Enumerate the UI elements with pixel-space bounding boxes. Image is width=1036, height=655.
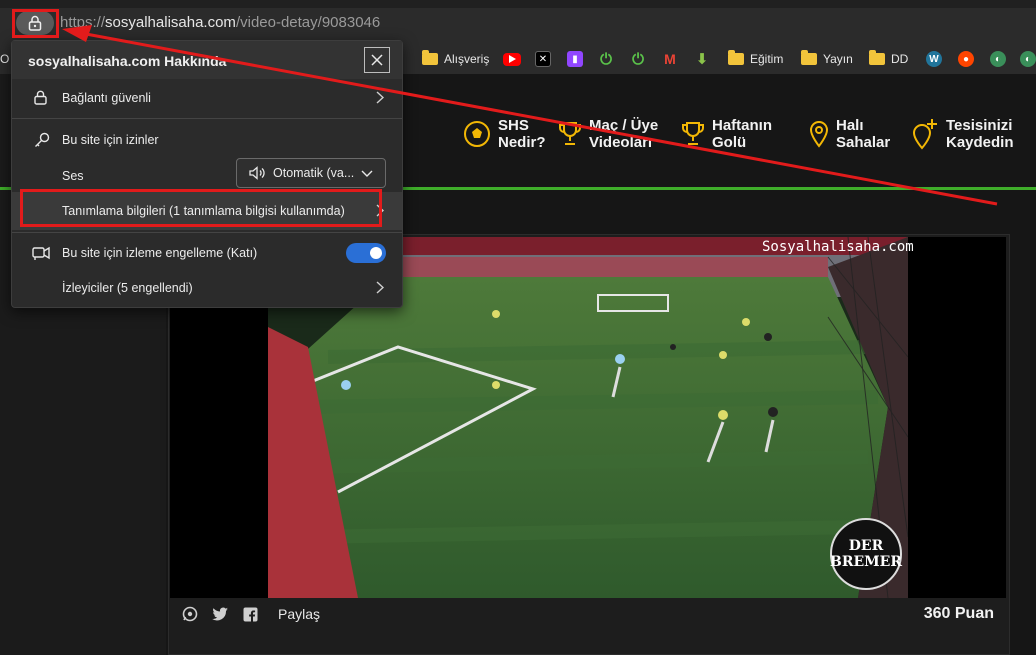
bookmark-label: Alışveriş	[444, 52, 490, 66]
trackers-row[interactable]: İzleyiciler (5 engellendi)	[12, 269, 402, 307]
sound-permission-select[interactable]: Otomatik (va...	[236, 158, 386, 188]
gmail-icon: M	[664, 51, 676, 67]
youtube-icon	[503, 52, 521, 66]
chevron-right-icon	[376, 281, 384, 294]
soccer-ball-icon	[464, 121, 490, 147]
nav-label-line1: Maç / Üye	[589, 117, 659, 134]
popup-divider	[12, 232, 402, 233]
folder-icon	[801, 50, 817, 65]
bookmark-wordpress[interactable]: W	[926, 50, 942, 68]
reddit-icon: ●	[958, 51, 974, 67]
add-location-icon	[912, 119, 937, 150]
bookmark-x[interactable]: ✕	[535, 50, 551, 68]
download-icon: ⬇	[695, 51, 709, 68]
chevron-right-icon	[376, 91, 384, 104]
bookmark-label: DD	[891, 52, 909, 66]
toggle-knob	[370, 247, 382, 259]
der-bremer-logo: DER BREMER	[830, 518, 902, 590]
video-points: 360 Puan	[923, 605, 994, 622]
trophy-icon	[682, 122, 704, 145]
lock-icon	[34, 90, 47, 105]
connection-secure-label: Bağlantı güvenli	[62, 91, 151, 105]
whatsapp-icon[interactable]	[182, 606, 198, 622]
bookmark-ball[interactable]: ◐	[990, 50, 1006, 68]
bookmark-egitim[interactable]: Eğitim	[728, 50, 783, 68]
trackers-label: İzleyiciler (5 engellendi)	[62, 281, 193, 295]
annotation-box-cookies	[20, 189, 382, 227]
popup-close-button[interactable]	[364, 47, 390, 73]
bookmark-power-2[interactable]: ⏻	[630, 50, 646, 68]
folder-icon	[728, 50, 744, 65]
nav-label-line2: Kaydedin	[946, 134, 1014, 151]
power-icon: ⏻	[600, 50, 612, 68]
logo-line2: BREMER	[830, 554, 902, 570]
popup-header: sosyalhalisaha.com Hakkında	[12, 41, 402, 79]
bookmark-reddit[interactable]: ●	[958, 50, 974, 68]
bookmark-power-1[interactable]: ⏻	[598, 50, 614, 68]
nav-label-line1: Haftanın	[712, 117, 772, 134]
popup-title: sosyalhalisaha.com Hakkında	[28, 53, 227, 69]
close-icon	[371, 54, 383, 66]
video-watermark: Sosyalhalisaha.com	[762, 239, 914, 255]
popup-divider	[12, 118, 402, 119]
nav-label-line2: Sahalar	[836, 134, 891, 151]
twitter-icon[interactable]	[212, 607, 229, 622]
bookmark-ball-2[interactable]: ◐	[1020, 50, 1036, 68]
folder-icon	[869, 50, 885, 65]
wordpress-icon: W	[926, 51, 942, 67]
bookmark-partial[interactable]: O	[0, 50, 9, 68]
nav-label-line1: Tesisinizi	[946, 117, 1013, 134]
bookmark-download[interactable]: ⬇	[694, 50, 710, 68]
nav-tesisinizi-kaydedin[interactable]: Tesisinizi Kaydedin	[910, 114, 1026, 154]
facebook-icon[interactable]	[243, 607, 258, 622]
power-icon: ⏻	[632, 50, 644, 68]
location-pin-icon	[809, 120, 829, 148]
tracking-prevention-row: Bu site için izleme engelleme (Katı)	[12, 234, 402, 272]
nav-hali-sahalar[interactable]: Halı Sahalar	[808, 114, 916, 154]
tracking-prevention-label: Bu site için izleme engelleme (Katı)	[62, 246, 258, 260]
trophy-icon	[559, 122, 581, 145]
site-permissions-label: Bu site için izinler	[62, 133, 159, 147]
site-info-popup: sosyalhalisaha.com Hakkında Bağlantı güv…	[11, 40, 403, 308]
bookmark-yayin[interactable]: Yayın	[801, 50, 853, 68]
nav-label-line2: Golü	[712, 134, 747, 151]
bookmark-label: Yayın	[823, 52, 853, 66]
nav-label-line2: Videoları	[589, 134, 653, 151]
x-icon: ✕	[535, 51, 551, 67]
ball-icon: ◐	[1020, 51, 1036, 67]
chevron-down-icon	[361, 170, 373, 177]
bookmark-label: Eğitim	[750, 52, 784, 66]
share-label[interactable]: Paylaş	[278, 606, 320, 622]
key-icon	[35, 132, 50, 147]
twitch-icon: ▮	[567, 51, 583, 67]
bookmark-youtube[interactable]	[503, 50, 521, 68]
sound-label: Ses	[62, 169, 84, 183]
bookmark-dd[interactable]: DD	[869, 50, 908, 68]
tab-strip	[0, 0, 1036, 8]
folder-icon	[422, 50, 438, 65]
share-row: Paylaş	[182, 606, 320, 622]
speaker-icon	[249, 166, 265, 180]
nav-mac-uye-videolari[interactable]: Maç / Üye Videoları	[557, 114, 679, 154]
ball-icon: ◐	[990, 51, 1006, 67]
url-scheme: https://	[60, 14, 106, 31]
annotation-box-lock	[12, 9, 59, 38]
tracking-prevention-toggle[interactable]	[346, 243, 386, 263]
tracking-prevention-icon	[32, 246, 50, 260]
logo-line1: DER	[848, 538, 884, 554]
sound-select-value: Otomatik (va...	[273, 166, 355, 180]
nav-haftanin-golu[interactable]: Haftanın Golü	[680, 114, 792, 154]
url-host: sosyalhalisaha.com	[105, 14, 236, 31]
nav-label-line1: Halı	[836, 117, 864, 134]
url-path: /video-detay/9083046	[235, 14, 381, 31]
url-field[interactable]: https://sosyalhalisaha.com/video-detay/9…	[60, 14, 380, 31]
address-bar: https://sosyalhalisaha.com/video-detay/9…	[0, 0, 1036, 44]
bookmark-alisveris[interactable]: Alışveriş	[422, 50, 489, 68]
bookmark-gmail[interactable]: M	[662, 50, 678, 68]
bookmark-twitch[interactable]: ▮	[567, 50, 583, 68]
connection-secure-row[interactable]: Bağlantı güvenli	[12, 79, 402, 117]
site-permissions-header: Bu site için izinler	[12, 121, 402, 159]
